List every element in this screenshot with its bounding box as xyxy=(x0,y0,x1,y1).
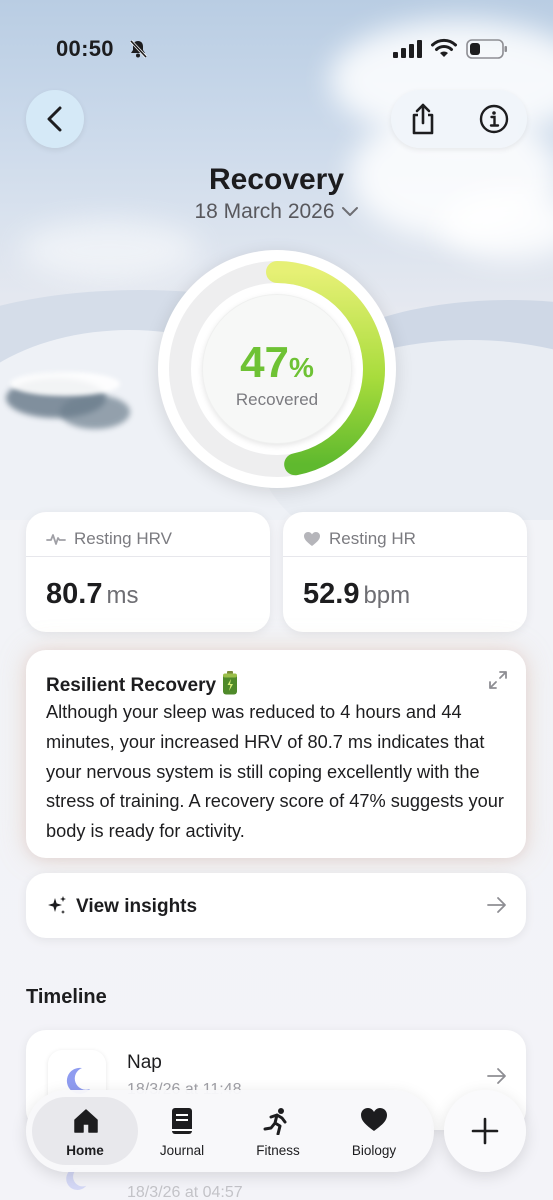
hrv-unit: ms xyxy=(106,582,139,609)
view-insights-button[interactable]: View insights xyxy=(26,873,526,938)
bell-muted-icon xyxy=(129,39,148,59)
date-selector[interactable]: 18 March 2026 xyxy=(0,200,553,224)
resting-hr-card[interactable]: Resting HR 52.9 bpm xyxy=(283,512,527,632)
timeline-item-time: 18/3/26 at 04:57 xyxy=(127,1184,243,1200)
hrv-label: Resting HRV xyxy=(74,529,172,548)
hrv-value: 80.7 xyxy=(46,578,103,610)
heart-icon xyxy=(361,1108,387,1131)
status-time: 00:50 xyxy=(56,36,114,61)
add-button[interactable] xyxy=(444,1090,526,1172)
wifi-icon xyxy=(431,38,457,57)
tab-bar: Home Journal Fitness Biology xyxy=(26,1090,434,1172)
recovery-summary-card[interactable]: Resilient Recovery Although your sleep w… xyxy=(26,650,526,858)
timeline-heading: Timeline xyxy=(26,986,107,1008)
tab-label: Fitness xyxy=(256,1143,300,1158)
hr-value: 52.9 xyxy=(303,578,360,610)
hr-unit: bpm xyxy=(363,582,411,609)
status-bar: 00:50 xyxy=(0,36,553,66)
tab-label: Home xyxy=(66,1143,104,1158)
recovery-ring: 47% Recovered xyxy=(158,250,396,488)
info-icon[interactable] xyxy=(479,104,509,134)
resting-hrv-card[interactable]: Resting HRV 80.7 ms xyxy=(26,512,270,632)
cellular-signal-icon xyxy=(393,40,422,58)
tab-biology[interactable]: Biology xyxy=(326,1090,422,1172)
hr-value-row: 52.9 bpm xyxy=(303,578,410,611)
sparkles-icon xyxy=(48,896,66,914)
battery-emoji-icon xyxy=(223,671,238,695)
tab-label: Biology xyxy=(351,1143,397,1158)
book-icon xyxy=(172,1108,192,1134)
home-icon xyxy=(74,1109,98,1133)
hr-label: Resting HR xyxy=(329,529,416,548)
recovery-center: 47% Recovered xyxy=(202,294,352,444)
hrv-wave-icon xyxy=(46,534,66,545)
summary-body: Although your sleep was reduced to 4 hou… xyxy=(46,702,504,842)
recovery-label: Recovered xyxy=(235,390,319,409)
back-button[interactable] xyxy=(26,90,84,148)
page-title: Recovery xyxy=(208,163,345,196)
arrow-right-icon xyxy=(487,897,506,913)
header-actions xyxy=(391,90,527,148)
date-label: 18 March 2026 xyxy=(194,200,335,223)
plus-icon xyxy=(471,1117,499,1145)
chevron-left-icon xyxy=(47,106,62,132)
tab-journal[interactable]: Journal xyxy=(134,1090,230,1172)
battery-icon xyxy=(466,39,507,59)
runner-icon xyxy=(263,1108,287,1135)
share-icon[interactable] xyxy=(407,102,439,136)
tab-label: Journal xyxy=(159,1143,205,1158)
tab-home[interactable]: Home xyxy=(26,1090,144,1172)
tab-fitness[interactable]: Fitness xyxy=(230,1090,326,1172)
recovery-percent: 47% xyxy=(240,338,314,387)
heart-icon xyxy=(304,532,320,546)
arrow-right-icon xyxy=(487,1068,506,1084)
hrv-value-row: 80.7 ms xyxy=(46,578,138,611)
chevron-down-icon xyxy=(341,207,358,217)
summary-title: Resilient Recovery xyxy=(46,675,217,696)
timeline-item-title: Nap xyxy=(127,1052,162,1073)
expand-icon[interactable] xyxy=(488,670,508,690)
view-insights-label: View insights xyxy=(76,896,198,917)
